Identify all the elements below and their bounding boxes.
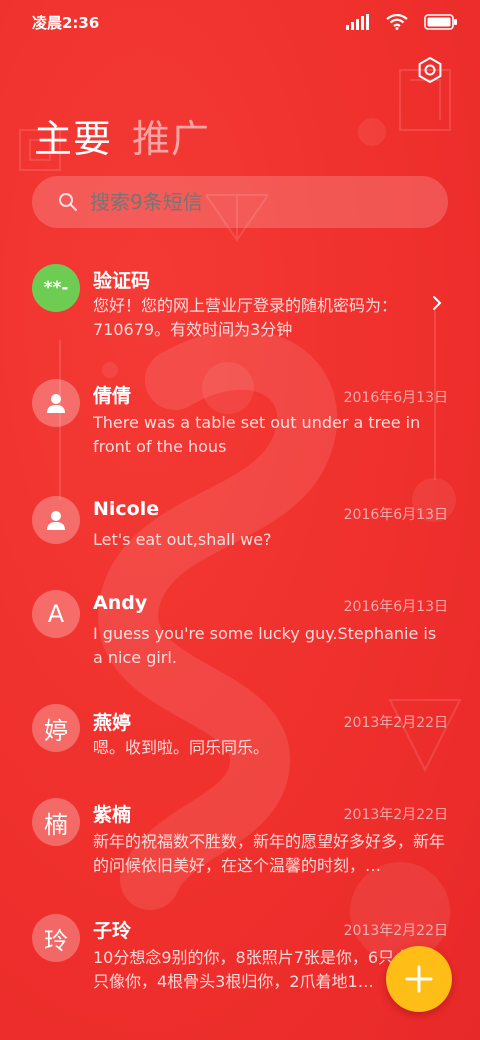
status-time: 凌晨2:36 bbox=[32, 14, 100, 32]
avatar: 楠 bbox=[32, 798, 80, 846]
status-icons bbox=[346, 12, 458, 32]
message-preview: 新年的祝福数不胜数，新年的愿望好多好多，新年的问候依旧美好，在这个温馨的时刻，… bbox=[93, 832, 445, 875]
message-date: 2016年6月13日 bbox=[343, 390, 448, 406]
signal-icon bbox=[346, 14, 369, 30]
message-date: 2016年6月13日 bbox=[343, 507, 448, 523]
search-input[interactable] bbox=[90, 190, 448, 214]
sender-name: 燕婷 bbox=[93, 712, 132, 734]
tab-bar: 主要 推广 bbox=[34, 108, 210, 163]
sender-name: 子玲 bbox=[93, 920, 132, 942]
message-preview: 嗯。收到啦。同乐同乐。 bbox=[93, 738, 270, 757]
message-item[interactable]: 楠 紫楠 2013年2月22日 新年的祝福数不胜数，新年的愿望好多好多，新年的问… bbox=[0, 796, 480, 896]
message-item[interactable]: 倩倩 2016年6月13日 There was a table set out … bbox=[0, 375, 480, 475]
gear-icon[interactable] bbox=[416, 56, 444, 84]
avatar bbox=[32, 379, 80, 427]
battery-icon bbox=[424, 14, 457, 30]
plus-icon bbox=[405, 965, 433, 993]
person-icon bbox=[47, 394, 65, 413]
avatar: **- bbox=[32, 264, 80, 312]
message-preview: There was a table set out under a tree i… bbox=[93, 413, 421, 456]
message-item[interactable]: Nicole 2016年6月13日 Let's eat out,shall we… bbox=[0, 492, 480, 592]
avatar: 玲 bbox=[32, 914, 80, 962]
status-bar: 凌晨2:36 bbox=[0, 0, 480, 44]
sender-name: Andy bbox=[93, 592, 148, 614]
compose-button[interactable] bbox=[386, 946, 452, 1012]
chevron-right-icon[interactable] bbox=[426, 292, 448, 314]
sender-name: 倩倩 bbox=[93, 385, 132, 407]
message-item[interactable]: A Andy 2016年6月13日 I guess you're some lu… bbox=[0, 586, 480, 686]
sender-name: Nicole bbox=[93, 498, 160, 520]
message-date: 2013年2月22日 bbox=[343, 715, 448, 731]
message-date: 2013年2月22日 bbox=[343, 923, 448, 939]
avatar: A bbox=[32, 590, 80, 638]
search-bar[interactable] bbox=[32, 176, 448, 228]
search-icon bbox=[59, 193, 77, 211]
message-preview: Let's eat out,shall we? bbox=[93, 530, 272, 549]
avatar bbox=[32, 496, 80, 544]
wifi-icon bbox=[386, 14, 408, 30]
message-preview: I guess you're some lucky guy.Stephanie … bbox=[93, 624, 437, 667]
message-date: 2016年6月13日 bbox=[343, 599, 448, 615]
message-item-verification[interactable]: **- 验证码 您好！您的网上营业厅登录的随机密码为： 710679。有效时间为… bbox=[0, 258, 480, 358]
person-icon bbox=[47, 511, 65, 530]
tab-promotions[interactable]: 推广 bbox=[132, 108, 210, 163]
tab-main[interactable]: 主要 bbox=[34, 108, 112, 163]
message-preview: 您好！您的网上营业厅登录的随机密码为： 710679。有效时间为3分钟 bbox=[93, 296, 398, 339]
sender-name: 验证码 bbox=[93, 270, 151, 292]
avatar: 婷 bbox=[32, 704, 80, 752]
sender-name: 紫楠 bbox=[93, 804, 132, 826]
message-item[interactable]: 婷 燕婷 2013年2月22日 嗯。收到啦。同乐同乐。 bbox=[0, 702, 480, 802]
message-date: 2013年2月22日 bbox=[343, 807, 448, 823]
